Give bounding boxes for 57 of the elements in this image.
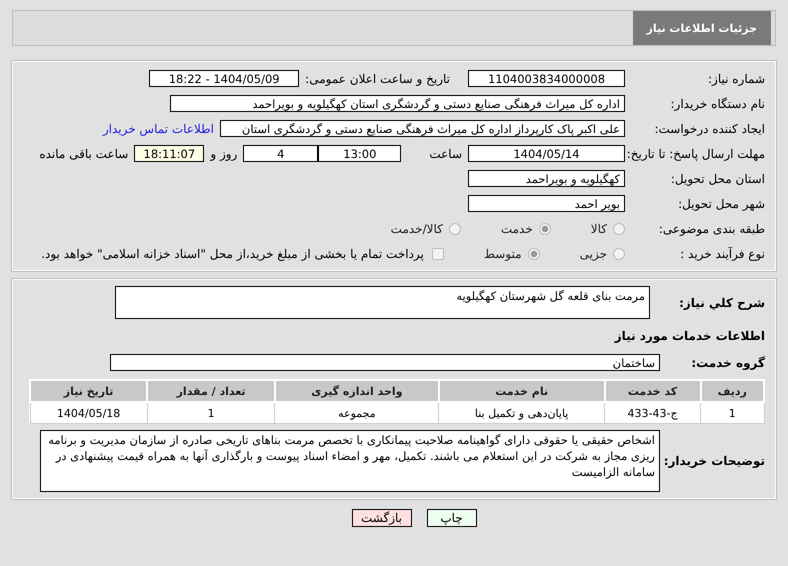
radio-button[interactable] xyxy=(448,222,461,234)
field-label: شهر محل تحویل: xyxy=(677,196,765,210)
radio-button[interactable] xyxy=(538,222,551,234)
checkbox-label: پرداخت تمام یا بخشی از مبلغ خرید،از محل "اسناد خزانه اسلامی" خواهد بود. xyxy=(41,246,424,260)
service-group-field: ساختمان xyxy=(110,354,660,371)
field-label: ایجاد کننده درخواست: xyxy=(653,122,765,136)
contact-link[interactable]: اطلاعات تماس خریدار xyxy=(102,122,214,136)
days-label: روز و xyxy=(210,146,238,160)
column-header: تاریخ نیاز xyxy=(30,380,148,402)
field-label: استان محل تحویل: xyxy=(670,172,765,186)
column-header: تعداد / مقدار xyxy=(147,380,275,402)
deadline-time-field: 13:00 xyxy=(318,145,402,162)
time-label: ساعت xyxy=(429,146,462,160)
province-field: کهگیلویه و بویراحمد xyxy=(468,170,625,187)
days-field: 4 xyxy=(243,145,318,162)
radio-button[interactable] xyxy=(528,248,540,260)
print-button[interactable]: چاپ xyxy=(426,509,476,527)
field-label: مهلت ارسال پاسخ: تا تاریخ: xyxy=(626,146,765,160)
field-label: توضیحات خریدار: xyxy=(662,454,765,468)
field-label: تاریخ و ساعت اعلان عمومی: xyxy=(305,72,450,86)
table-cell: 1404/05/18 xyxy=(30,402,148,424)
table-cell: مجموعه xyxy=(274,402,439,424)
radio-label: خدمت xyxy=(500,222,533,236)
table-cell: 1 xyxy=(147,402,275,424)
page-title: جزئیات اطلاعات نیاز xyxy=(632,11,771,45)
field-label: شرح کلي نياز: xyxy=(678,296,765,310)
radio-button[interactable] xyxy=(613,222,625,234)
back-button[interactable]: بازگشت xyxy=(352,509,412,527)
creator-field: علی اکبر پاک کارپرداز اداره کل میراث فرهنگی صنایع دستی و گردشگری استان xyxy=(220,120,625,137)
deadline-date-field: 1404/05/14 xyxy=(468,145,625,162)
table-cell: ج-43-433 xyxy=(604,402,701,424)
need-number-field: 1104003834000008 xyxy=(468,70,625,87)
column-header: نام خدمت xyxy=(438,380,605,402)
radio-label: جزیی xyxy=(580,246,607,260)
city-field: بویر احمد xyxy=(468,195,625,212)
radio-label: متوسط xyxy=(484,246,522,260)
field-label: طبقه بندی موضوعی: xyxy=(658,222,765,236)
radio-label: کالا/خدمت xyxy=(390,222,443,236)
table-cell: 1 xyxy=(700,402,764,424)
checkbox[interactable] xyxy=(432,248,444,260)
table-cell: پایان‌دهی و تکمیل بنا xyxy=(438,402,605,424)
section-heading: اطلاعات خدمات مورد نیاز xyxy=(614,328,765,342)
summary-field: مرمت بنای قلعه گل شهرستان کهگیلویه xyxy=(115,286,650,319)
announce-date-field: 1404/05/09 - 18:22 xyxy=(149,70,300,87)
column-header: واحد اندازه گیری xyxy=(274,380,439,402)
remaining-time-field: 18:11:07 xyxy=(134,145,204,162)
buyer-notes-field: اشخاص حقیقی یا حقوقی دارای گواهینامه صلاحیت پیمانکاری با تخصص مرمت بناهای تاریخی صادره از سازمان مدیریت و برنامه ریزی مجاز به شرکت در این استعلام می باشند. تکمیل، مهر و امضاء اسناد پیوست و بارگذاری آنها به همراه قیمت پیشنهادی در سامانه الزامیست xyxy=(40,430,660,492)
field-label: نام دستگاه خریدار: xyxy=(670,96,765,110)
remaining-label: ساعت باقی مانده xyxy=(39,146,128,160)
column-header: ردیف xyxy=(700,380,764,402)
field-label: شماره نیاز: xyxy=(707,72,765,86)
field-label: گروه خدمت: xyxy=(690,356,765,370)
field-label: نوع فرآیند خرید : xyxy=(679,246,765,260)
radio-label: کالا xyxy=(590,222,607,236)
column-header: کد خدمت xyxy=(604,380,701,402)
buyer-field: اداره کل میراث فرهنگی صنایع دستی و گردشگری استان کهگیلویه و بویراحمد xyxy=(170,95,625,112)
radio-button[interactable] xyxy=(613,248,625,260)
